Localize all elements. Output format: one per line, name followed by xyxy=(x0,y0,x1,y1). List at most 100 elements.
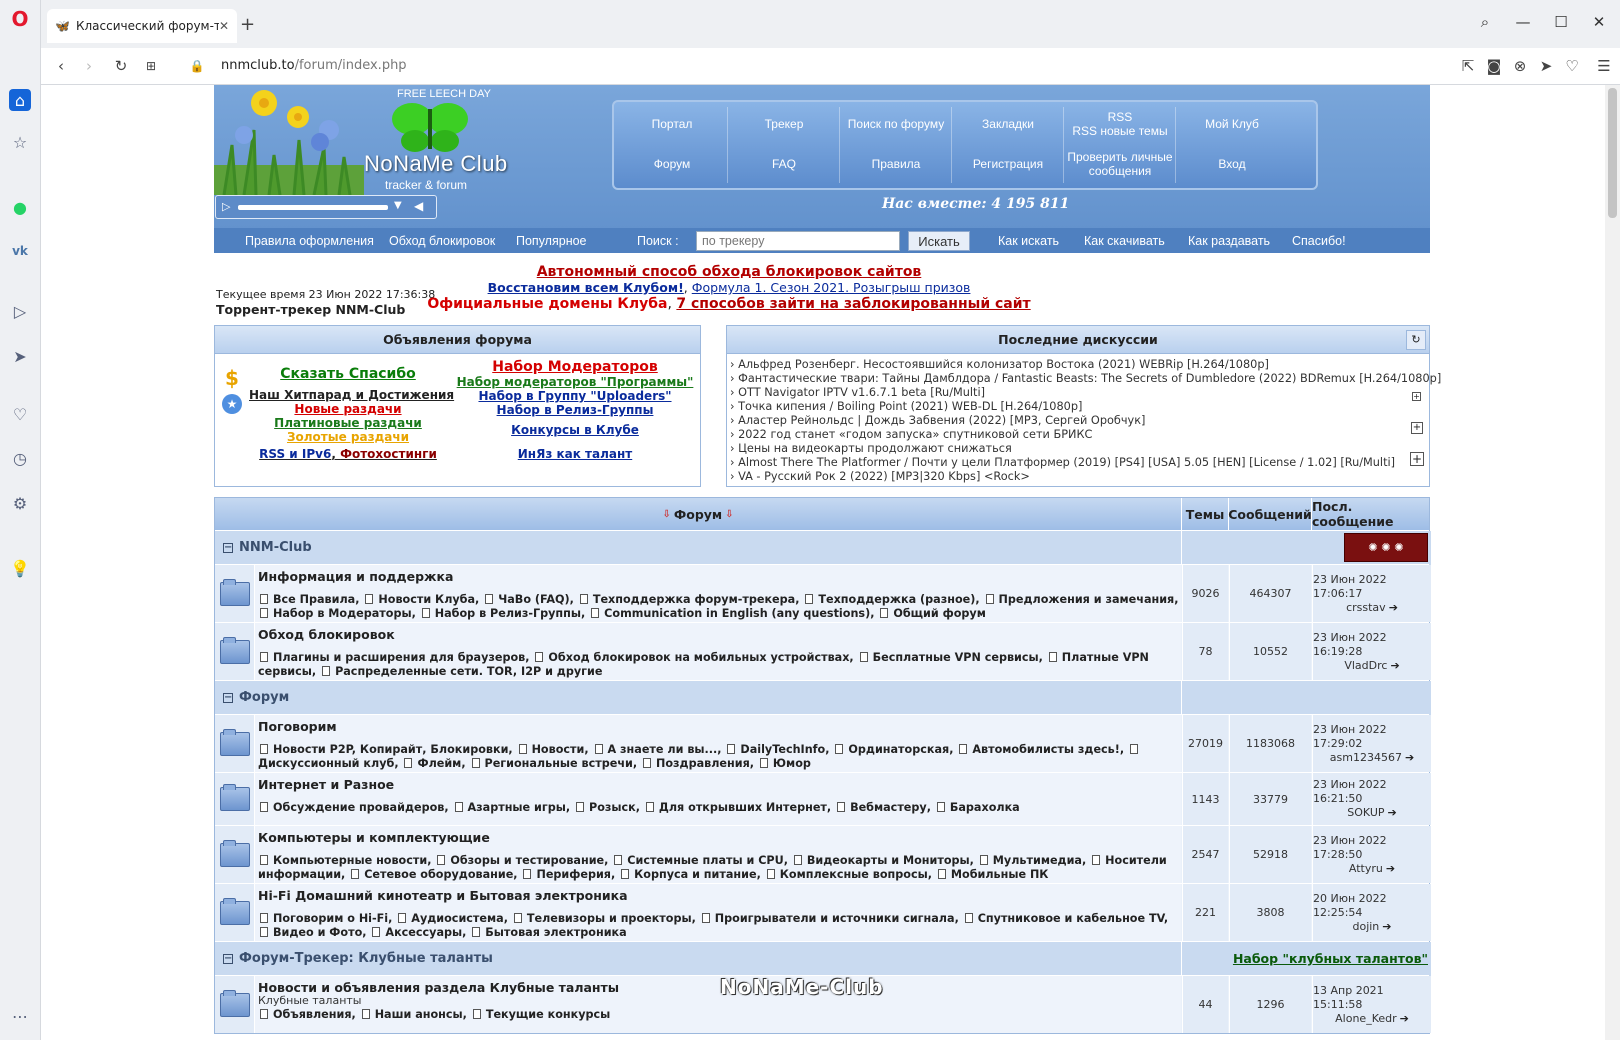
subforum-link[interactable]: Автомобилисты здесь! xyxy=(957,743,1120,756)
goto-last-post-icon[interactable]: ➔ xyxy=(1390,659,1399,673)
nav-top-1[interactable]: Трекер xyxy=(727,105,841,143)
last-post-user[interactable]: Attyru xyxy=(1349,862,1383,875)
discussion-item[interactable]: › 2022 год станет «годом запуска» спутни… xyxy=(730,428,1441,442)
flow-icon[interactable]: ➤ xyxy=(1536,56,1556,76)
subforum-link[interactable]: Объявления xyxy=(258,1008,352,1021)
goto-last-post-icon[interactable]: ➔ xyxy=(1388,806,1397,820)
forum-title[interactable]: Интернет и Разное xyxy=(258,777,1181,792)
subforum-link[interactable]: Распределенные сети. TOR, I2P и другие xyxy=(320,665,602,678)
close-window-icon[interactable]: ✕ xyxy=(1586,10,1612,34)
gold-link[interactable]: Золотые раздачи xyxy=(249,430,447,444)
hitparade-link[interactable]: Наш Хитпарад и Достижения xyxy=(249,388,454,402)
easy-setup-icon[interactable]: ☰ xyxy=(1594,56,1614,76)
last-post-user[interactable]: dojin xyxy=(1352,920,1379,933)
subforum-link[interactable]: Мультимедиа xyxy=(978,854,1082,867)
promo-restore-link[interactable]: Восстановим всем Клубом! xyxy=(488,280,684,295)
bar-link-thanks[interactable]: Спасибо! xyxy=(1292,228,1346,253)
photohost-link[interactable]: Фотохостинги xyxy=(340,447,437,461)
subforum-link[interactable]: Аудиосистема xyxy=(396,912,504,925)
subforum-link[interactable]: Обход блокировок на мобильных устройства… xyxy=(533,651,849,664)
page-scrollbar[interactable] xyxy=(1605,85,1620,1040)
subforum-link[interactable]: Плагины и расширения для браузеров xyxy=(258,651,525,664)
mod-programs-link[interactable]: Набор модераторов "Программы" xyxy=(455,375,695,389)
subforum-link[interactable]: Мобильные ПК xyxy=(936,868,1048,881)
last-post-user[interactable]: Alone_Kedr xyxy=(1335,1012,1397,1025)
discussion-item[interactable]: › VA - Русский Рок 2 (2022) [MP3|320 Kbp… xyxy=(730,470,1441,484)
send-icon[interactable]: ➤ xyxy=(9,345,31,367)
player-dropdown-icon[interactable]: ▼ xyxy=(394,200,402,211)
subforum-link[interactable]: Новости P2P, Копирайт, Блокировки xyxy=(258,743,508,756)
subforum-link[interactable]: Новости Клуба xyxy=(363,593,475,606)
expand-medium-icon[interactable]: + xyxy=(1411,422,1423,434)
share-icon[interactable]: ⇱ xyxy=(1458,56,1478,76)
player-progress-track[interactable] xyxy=(238,205,388,210)
subforum-link[interactable]: Компьютерные новости xyxy=(258,854,427,867)
minimize-icon[interactable]: — xyxy=(1510,10,1536,34)
subforum-link[interactable]: Общий форум xyxy=(878,607,986,620)
subforum-link[interactable]: Бесплатные VPN сервисы xyxy=(858,651,1039,664)
new-releases-link[interactable]: Новые раздачи xyxy=(249,402,447,416)
discussion-item[interactable]: › Точка кипения / Boiling Point (2021) W… xyxy=(730,400,1441,414)
nav-top-3[interactable]: Закладки xyxy=(951,105,1065,143)
release-group-link[interactable]: Набор в Релиз-Группы xyxy=(455,403,695,417)
promo-domains-link[interactable]: Официальные домены Клуба xyxy=(427,296,667,312)
subforum-link[interactable]: Бытовая электроника xyxy=(470,926,627,939)
say-thanks-link[interactable]: Сказать Спасибо xyxy=(249,366,447,382)
subforum-link[interactable]: Ординаторская xyxy=(833,743,949,756)
nav-top-0[interactable]: Портал xyxy=(615,105,729,143)
subforum-link[interactable]: А знаете ли вы... xyxy=(593,743,717,756)
discussion-item[interactable]: › OTT Navigator IPTV v1.6.7.1 beta [Ru/M… xyxy=(730,386,1441,400)
planet-banner-logo[interactable]: ✺ ✺ ✺ xyxy=(1344,533,1428,562)
subforum-link[interactable]: Предложения и замечания xyxy=(984,593,1174,606)
bookmark-heart-icon[interactable]: ♡ xyxy=(1562,56,1582,76)
back-icon[interactable]: ‹ xyxy=(51,56,71,76)
volume-icon[interactable]: ◀ xyxy=(414,199,423,213)
subforum-link[interactable]: Барахолка xyxy=(935,801,1020,814)
search-button[interactable]: Искать xyxy=(908,231,970,251)
bar-link-popular[interactable]: Популярное xyxy=(516,228,587,253)
whatsapp-icon[interactable]: ● xyxy=(9,196,31,218)
subforum-link[interactable]: Сетевое оборудование xyxy=(349,868,513,881)
collapse-icon[interactable]: − xyxy=(223,692,233,703)
collapse-icon[interactable]: − xyxy=(223,542,233,553)
subforum-link[interactable]: Набор в Релиз-Группы xyxy=(420,607,581,620)
subforum-link[interactable]: Набор в Модераторы xyxy=(258,607,412,620)
last-post-user[interactable]: crsstav xyxy=(1346,601,1386,614)
opera-logo-icon[interactable]: O xyxy=(9,7,31,31)
category-name[interactable]: NNM-Club xyxy=(239,540,312,555)
subforum-link[interactable]: Комплексные вопросы xyxy=(765,868,928,881)
subforum-link[interactable]: DailyTechInfo xyxy=(725,743,825,756)
promo-formula-link[interactable]: Формула 1. Сезон 2021. Розыгрыш призов xyxy=(692,280,971,295)
expand-small-icon[interactable]: + xyxy=(1412,392,1421,401)
discussion-item[interactable]: › Альфред Розенберг. Несостоявшийся коло… xyxy=(730,358,1441,372)
goto-last-post-icon[interactable]: ➔ xyxy=(1382,920,1391,934)
goto-last-post-icon[interactable]: ➔ xyxy=(1405,751,1414,765)
subforum-link[interactable]: Communication in English (any questions) xyxy=(589,607,870,620)
new-tab-icon[interactable]: + xyxy=(240,14,255,35)
tab-close-icon[interactable]: ✕ xyxy=(219,19,229,33)
subforum-link[interactable]: Для открывших Интернет xyxy=(644,801,827,814)
more-icon[interactable]: ⋯ xyxy=(9,1005,31,1027)
nav-bottom-1[interactable]: FAQ xyxy=(727,145,841,183)
subforum-link[interactable]: Все Правила xyxy=(258,593,355,606)
subforum-link[interactable]: Видео и Фото xyxy=(258,926,362,939)
bar-link-rules[interactable]: Правила оформления xyxy=(245,228,374,253)
promo-7ways-link[interactable]: 7 способов зайти на заблокированный сайт xyxy=(676,296,1030,312)
inyaz-link[interactable]: ИнЯз как талант xyxy=(455,447,695,461)
subforum-link[interactable]: Наши анонсы xyxy=(360,1008,463,1021)
nav-bottom-0[interactable]: Форум xyxy=(615,145,729,183)
lightbulb-icon[interactable]: 💡 xyxy=(9,557,31,579)
contests-link[interactable]: Конкурсы в Клубе xyxy=(455,423,695,437)
nav-bottom-4[interactable]: Проверить личные сообщения xyxy=(1063,145,1177,183)
nav-bottom-5[interactable]: Вход xyxy=(1175,145,1289,183)
subforum-link[interactable]: Обзоры и тестирование xyxy=(435,854,604,867)
subforum-link[interactable]: Флейм xyxy=(402,757,461,770)
subforum-link[interactable]: Поговорим о Hi-Fi xyxy=(258,912,388,925)
expand-large-icon[interactable]: + xyxy=(1410,452,1424,466)
forum-title[interactable]: Обход блокировок xyxy=(258,627,1181,642)
discussion-item[interactable]: › Цены на видеокарты продолжают снижатьс… xyxy=(730,442,1441,456)
discussion-item[interactable]: › Аластер Рейнольдс | Дождь Забвения (20… xyxy=(730,414,1441,428)
bar-link-how-download[interactable]: Как скачивать xyxy=(1084,228,1165,253)
collapse-icon[interactable]: − xyxy=(223,953,233,964)
talents-link[interactable]: Набор "клубных талантов" xyxy=(1233,951,1428,966)
